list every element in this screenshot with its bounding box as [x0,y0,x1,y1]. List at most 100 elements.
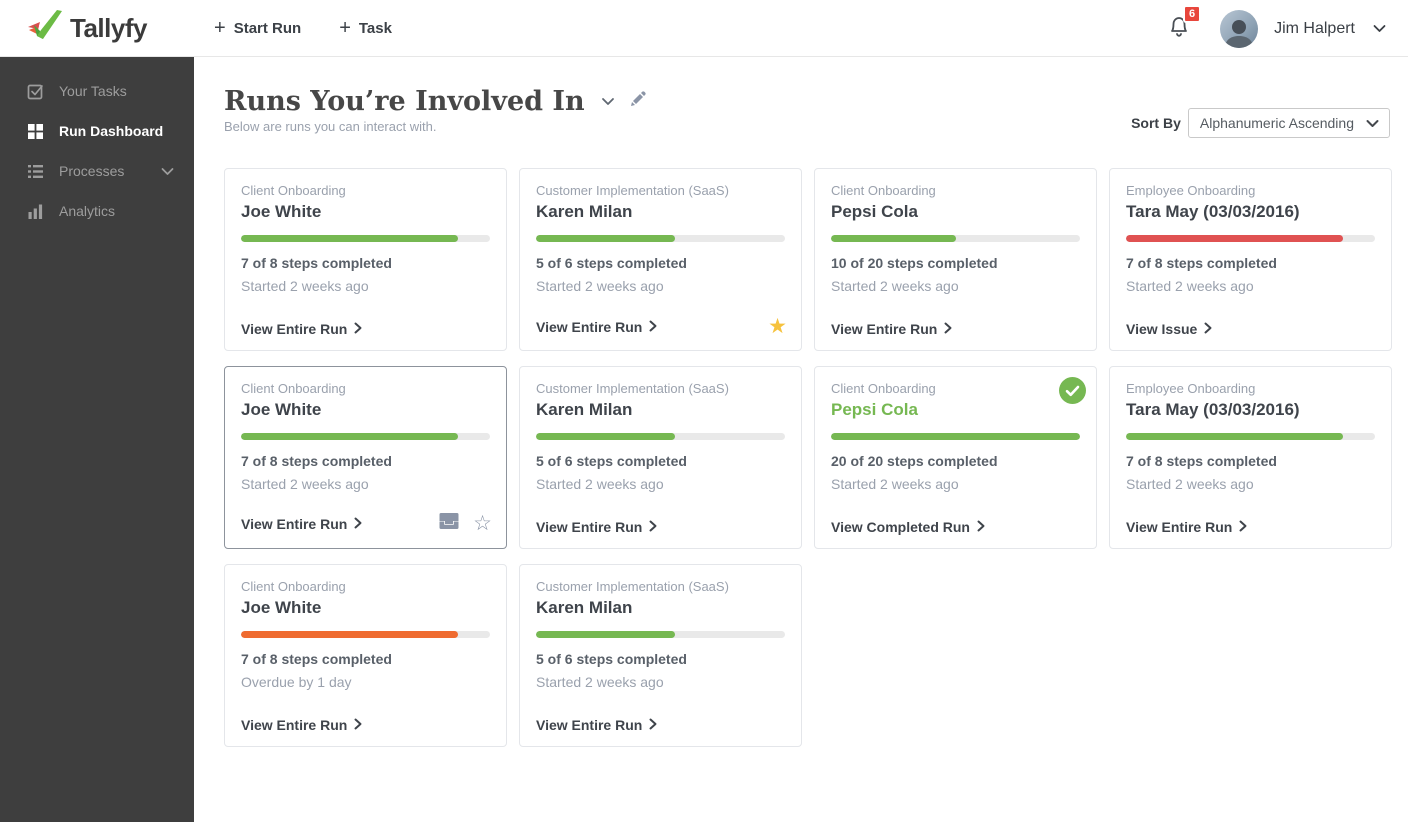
sidebar-item-processes[interactable]: Processes [0,151,194,191]
main-content: Runs You’re Involved In Below are runs y… [194,57,1408,822]
view-run-link[interactable]: View Entire Run [1126,519,1247,535]
logo-wordmark: Tallyfy [70,12,147,43]
run-process-label: Client Onboarding [241,183,346,198]
sidebar-item-label: Analytics [59,203,116,219]
user-menu-chevron-down-icon[interactable] [1373,24,1386,33]
progress-fill [831,433,1080,440]
steps-completed-text: 20 of 20 steps completed [831,453,998,469]
card-footer: View Entire Run ★ [536,316,787,337]
card-footer: View Entire Run [241,321,492,337]
view-run-link[interactable]: View Completed Run [831,519,985,535]
sort-select[interactable]: Alphanumeric Ascending [1187,108,1390,138]
card-footer: View Issue [1126,321,1377,337]
run-card[interactable]: Customer Implementation (SaaS) Karen Mila… [519,564,802,747]
view-run-link-label: View Completed Run [831,519,970,535]
card-footer: View Entire Run [536,519,787,535]
view-run-link-label: View Entire Run [536,519,643,535]
card-footer-icons: ☆ [439,512,492,535]
run-name: Tara May (03/03/2016) [1126,202,1300,221]
tasks-icon [27,83,44,100]
notification-count-badge: 6 [1183,5,1202,23]
tallyfy-logo[interactable]: Tallyfy [26,8,176,49]
steps-completed-text: 7 of 8 steps completed [241,255,392,271]
progress-bar [831,433,1080,440]
run-status-text: Started 2 weeks ago [536,476,664,492]
chevron-right-icon [354,516,362,532]
steps-completed-text: 5 of 6 steps completed [536,651,687,667]
chevron-down-icon [161,167,174,176]
run-status-text: Started 2 weeks ago [536,674,664,690]
chevron-right-icon [944,321,952,337]
progress-bar [831,235,1080,242]
plus-icon: + [214,17,226,39]
edit-pencil-icon[interactable] [629,91,646,113]
page-title: Runs You’re Involved In [224,86,585,117]
view-run-link-label: View Entire Run [536,318,643,335]
run-card[interactable]: Client Onboarding Joe White 7 of 8 steps c… [224,168,507,351]
run-process-label: Client Onboarding [831,381,936,396]
view-run-link[interactable]: View Entire Run [536,519,657,535]
run-card[interactable]: Client Onboarding Joe White 7 of 8 steps c… [224,366,507,549]
star-outline-icon[interactable]: ☆ [473,513,492,534]
processes-icon [27,163,44,180]
run-card[interactable]: Customer Implementation (SaaS) Karen Mila… [519,366,802,549]
steps-completed-text: 5 of 6 steps completed [536,453,687,469]
run-name: Pepsi Cola [831,400,918,419]
notifications-button[interactable]: 6 [1168,5,1202,43]
sidebar-item-your-tasks[interactable]: Your Tasks [0,71,194,111]
sidebar: Your Tasks Run Dashboard Processes Analytic… [0,57,194,822]
user-name[interactable]: Jim Halpert [1274,20,1355,38]
view-run-link[interactable]: View Entire Run [241,516,362,532]
view-run-link-label: View Entire Run [241,515,348,532]
run-name: Joe White [241,598,322,617]
progress-fill [536,631,676,638]
avatar[interactable] [1220,9,1259,48]
bell-icon [1168,17,1190,42]
run-card[interactable]: Client Onboarding Pepsi Cola 10 of 20 step… [814,168,1097,351]
progress-fill [536,433,676,440]
view-run-link-label: View Entire Run [1126,519,1233,535]
run-process-label: Client Onboarding [831,183,936,198]
dashboard-icon [27,123,44,140]
view-run-link[interactable]: View Entire Run [241,717,362,733]
steps-completed-text: 10 of 20 steps completed [831,255,998,271]
star-filled-icon[interactable]: ★ [768,316,787,337]
run-status-text: Started 2 weeks ago [1126,476,1254,492]
progress-fill [241,235,458,242]
progress-bar [536,433,785,440]
progress-fill [241,433,458,440]
run-process-label: Client Onboarding [241,381,346,396]
run-card[interactable]: Employee Onboarding Tara May (03/03/2016)… [1109,366,1392,549]
view-run-link[interactable]: View Entire Run [536,717,657,733]
view-run-link[interactable]: View Entire Run [831,321,952,337]
sidebar-item-run-dashboard[interactable]: Run Dashboard [0,111,194,151]
run-card[interactable]: Client Onboarding Pepsi Cola 20 of 20 step… [814,366,1097,549]
run-name: Joe White [241,400,322,419]
view-run-link-label: View Entire Run [831,321,938,337]
run-card[interactable]: Employee Onboarding Tara May (03/03/2016)… [1109,168,1392,351]
sidebar-item-analytics[interactable]: Analytics [0,191,194,231]
card-footer: View Entire Run ☆ [241,512,492,535]
inbox-icon[interactable] [439,512,459,535]
progress-bar [1126,235,1375,242]
analytics-icon [27,203,44,220]
progress-bar [536,631,785,638]
view-run-link[interactable]: View Entire Run [536,319,657,335]
run-status-text: Overdue by 1 day [241,674,352,690]
sidebar-item-label: Processes [59,163,125,179]
view-run-link[interactable]: View Issue [1126,321,1212,337]
title-chevron-down-icon[interactable] [601,93,615,111]
run-card[interactable]: Client Onboarding Joe White 7 of 8 steps c… [224,564,507,747]
steps-completed-text: 7 of 8 steps completed [241,453,392,469]
steps-completed-text: 7 of 8 steps completed [1126,255,1277,271]
start-run-button[interactable]: + Start Run [214,18,301,38]
add-task-button[interactable]: + Task [339,18,392,38]
chevron-right-icon [649,717,657,733]
steps-completed-text: 7 of 8 steps completed [241,651,392,667]
progress-bar [241,235,490,242]
plus-icon: + [339,17,351,39]
runs-grid: Client Onboarding Joe White 7 of 8 steps c… [224,168,1392,747]
view-run-link[interactable]: View Entire Run [241,321,362,337]
view-run-link-label: View Entire Run [241,717,348,733]
run-card[interactable]: Customer Implementation (SaaS) Karen Mila… [519,168,802,351]
